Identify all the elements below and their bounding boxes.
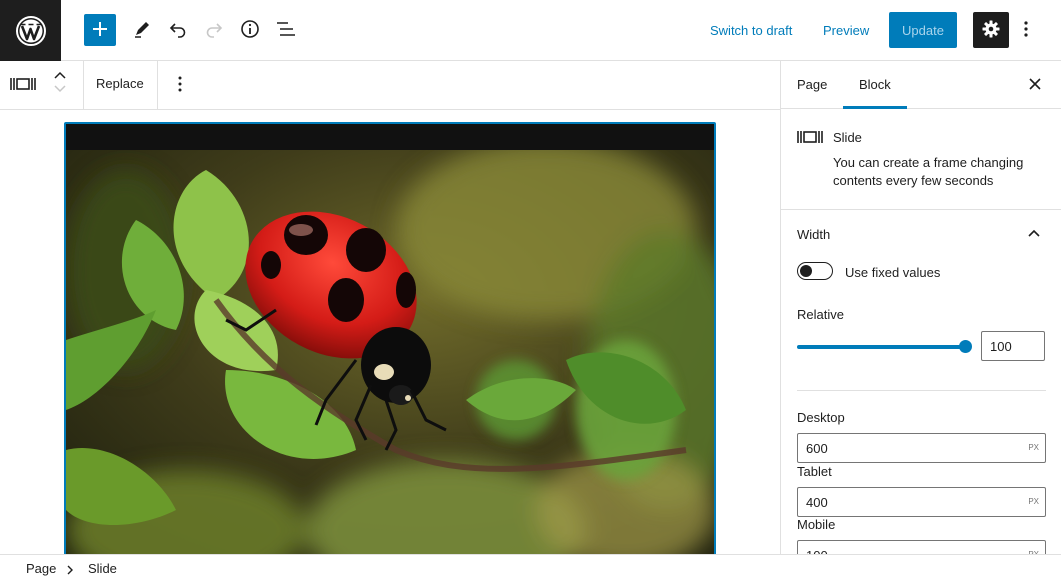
wordpress-logo-icon[interactable]	[0, 0, 61, 61]
block-card: Slide You can create a frame changing co…	[781, 109, 1061, 210]
desktop-width-input[interactable]	[798, 434, 1018, 462]
pencil-icon	[132, 19, 152, 42]
ladybug-photo	[66, 150, 714, 554]
vertical-ellipsis-icon	[178, 76, 182, 95]
update-button[interactable]: Update	[889, 12, 957, 48]
use-fixed-values-toggle[interactable]	[797, 262, 833, 280]
move-down-button[interactable]	[52, 83, 68, 98]
use-fixed-values-label: Use fixed values	[845, 265, 941, 280]
toolbar-divider	[157, 61, 158, 109]
breadcrumb-slide[interactable]: Slide	[88, 561, 117, 576]
breadcrumb-page[interactable]: Page	[26, 561, 56, 576]
add-block-button[interactable]	[84, 14, 116, 46]
switch-to-draft-button[interactable]: Switch to draft	[710, 12, 792, 48]
chevron-up-icon	[52, 69, 68, 84]
preview-button[interactable]: Preview	[823, 12, 869, 48]
replace-button[interactable]: Replace	[96, 76, 144, 91]
editor-top-bar: Switch to draft Preview Update	[0, 0, 1061, 61]
block-card-description: You can create a frame changing contents…	[833, 155, 1024, 188]
vertical-ellipsis-icon	[1024, 20, 1028, 40]
list-view-button[interactable]	[270, 14, 302, 46]
slide-block[interactable]	[64, 122, 716, 554]
list-view-icon	[275, 19, 297, 42]
chevron-down-icon	[52, 83, 68, 98]
options-button[interactable]	[1016, 18, 1036, 42]
mobile-width-input[interactable]	[798, 541, 1018, 554]
desktop-width-field[interactable]: PX	[797, 433, 1046, 463]
plus-icon	[91, 20, 109, 41]
settings-button[interactable]	[973, 12, 1009, 48]
block-type-button[interactable]	[10, 77, 36, 94]
block-toolbar: Replace	[0, 61, 780, 110]
unit-label: PX	[1028, 497, 1039, 506]
undo-icon	[168, 19, 188, 42]
move-up-button[interactable]	[52, 69, 68, 84]
relative-range-thumb[interactable]	[958, 340, 972, 353]
tablet-label: Tablet	[797, 464, 832, 479]
tab-block[interactable]: Block	[859, 77, 891, 92]
slide-block-icon	[797, 130, 823, 147]
info-icon	[240, 19, 260, 42]
block-options-button[interactable]	[178, 76, 182, 95]
gear-icon	[981, 19, 1001, 42]
tab-page[interactable]: Page	[797, 77, 827, 92]
redo-button[interactable]	[198, 14, 230, 46]
width-panel-title[interactable]: Width	[797, 227, 830, 242]
relative-label: Relative	[797, 307, 844, 322]
sidebar-tabs: Page Block	[781, 61, 1061, 109]
mobile-label: Mobile	[797, 517, 836, 532]
tools-button[interactable]	[126, 14, 158, 46]
toggle-knob	[800, 265, 812, 277]
block-breadcrumb: Page Slide	[0, 554, 1061, 581]
settings-sidebar: Page Block Slide You can create a frame …	[780, 61, 1061, 554]
unit-label: PX	[1028, 443, 1039, 452]
editor-canvas	[0, 110, 780, 554]
toolbar-divider	[83, 61, 84, 109]
chevron-up-icon[interactable]	[1025, 225, 1043, 243]
undo-button[interactable]	[162, 14, 194, 46]
close-icon	[1029, 77, 1041, 93]
redo-icon	[204, 19, 224, 42]
tablet-width-field[interactable]: PX	[797, 487, 1046, 517]
relative-range-slider[interactable]	[797, 345, 965, 349]
details-button[interactable]	[234, 14, 266, 46]
relative-number-input[interactable]	[981, 331, 1045, 361]
slide-block-icon	[10, 78, 36, 94]
chevron-right-icon	[66, 563, 74, 578]
tablet-width-input[interactable]	[798, 488, 1018, 516]
mobile-width-field[interactable]: PX	[797, 540, 1046, 554]
close-sidebar-button[interactable]	[1025, 75, 1045, 95]
desktop-label: Desktop	[797, 410, 845, 425]
slide-top-bar	[66, 124, 714, 150]
block-card-title: Slide	[833, 130, 862, 145]
panel-divider	[797, 390, 1046, 391]
